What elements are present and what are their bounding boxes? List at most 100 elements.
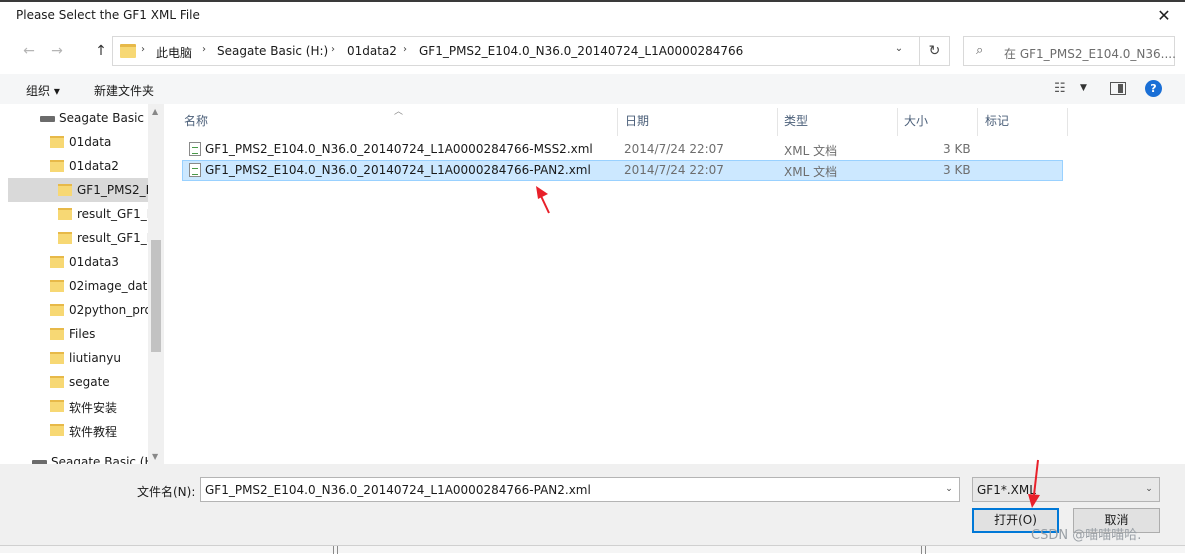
back-arrow-icon[interactable]: ← (18, 40, 40, 62)
sidebar-item-label: liutianyu (69, 351, 121, 365)
sidebar-item[interactable]: 01data (8, 130, 148, 154)
scrollbar-thumb[interactable] (151, 240, 161, 352)
up-arrow-icon[interactable]: ↑ (90, 40, 112, 62)
file-open-dialog: Please Select the GF1 XML File ✕ ← → ↑ ›… (0, 0, 1185, 554)
drive-icon (40, 116, 55, 122)
breadcrumb-this-pc[interactable]: 此电脑 (156, 44, 192, 61)
column-header-name[interactable]: 名称 (184, 112, 208, 129)
folder-icon (120, 44, 136, 58)
sidebar-item[interactable]: 02python_pro (8, 298, 148, 322)
sidebar-item[interactable]: segate (8, 370, 148, 394)
folder-icon (50, 328, 64, 340)
title-bar: Please Select the GF1 XML File ✕ (0, 2, 1185, 30)
scroll-down-icon[interactable]: ▼ (152, 452, 158, 461)
sidebar-item-label: 软件教程 (69, 425, 118, 439)
chevron-down-icon[interactable]: ⌄ (939, 478, 959, 501)
breadcrumb-separator[interactable]: › (403, 44, 407, 55)
column-divider[interactable] (617, 108, 618, 136)
folder-icon (50, 424, 64, 436)
refresh-icon[interactable]: ↻ (919, 37, 949, 65)
column-divider[interactable] (1067, 108, 1068, 136)
preview-pane-icon[interactable] (1110, 82, 1126, 95)
sidebar-item-label: segate (69, 375, 110, 389)
breadcrumb-current-folder[interactable]: GF1_PMS2_E104.0_N36.0_20140724_L1A000028… (419, 44, 743, 58)
folder-icon (58, 208, 72, 220)
folder-icon (50, 256, 64, 268)
scroll-up-icon[interactable]: ▲ (152, 107, 158, 116)
sidebar-item[interactable]: Seagate Basic (8, 106, 148, 130)
folder-icon (58, 184, 72, 196)
sidebar-item[interactable]: 软件安装 (8, 394, 148, 418)
breadcrumb-separator[interactable]: › (331, 44, 335, 55)
search-icon: ⌕ (976, 43, 984, 58)
file-row-mss2[interactable]: GF1_PMS2_E104.0_N36.0_20140724_L1A000028… (182, 139, 1063, 160)
navigation-pane: Seagate Basic 01data 01data2 GF1_PMS2_Eresu… (8, 104, 164, 464)
column-divider[interactable] (977, 108, 978, 136)
column-header-date[interactable]: 日期 (625, 112, 649, 129)
file-type-select[interactable]: GF1*.XML ⌄ (972, 477, 1160, 502)
filename-input[interactable]: GF1_PMS2_E104.0_N36.0_20140724_L1A000028… (200, 477, 960, 502)
sidebar-item[interactable]: result_GF1_P (8, 226, 148, 250)
breadcrumb-separator[interactable]: › (141, 44, 145, 55)
navigation-bar: ← → ↑ › 此电脑 › Seagate Basic (H:) › 01dat… (0, 34, 1185, 68)
sidebar-item-label: GF1_PMS2_E (77, 183, 148, 197)
forward-arrow-icon[interactable]: → (46, 40, 68, 62)
folder-icon (50, 376, 64, 388)
sidebar-item-label: Seagate Basic (H (51, 455, 148, 464)
file-name: GF1_PMS2_E104.0_N36.0_20140724_L1A000028… (205, 142, 593, 156)
xml-file-icon (189, 163, 201, 177)
column-divider[interactable] (777, 108, 778, 136)
breadcrumb-01data2[interactable]: 01data2 (347, 44, 397, 58)
file-size: 3 KB (943, 142, 971, 156)
search-box[interactable]: ⌕ 在 GF1_PMS2_E104.0_N36.... (963, 36, 1176, 66)
sidebar-item[interactable]: Files (8, 322, 148, 346)
window-title: Please Select the GF1 XML File (16, 8, 200, 22)
chevron-down-icon[interactable]: ⌄ (889, 43, 909, 61)
file-date: 2014/7/24 22:07 (624, 163, 724, 177)
help-icon[interactable]: ? (1145, 80, 1162, 97)
bottom-edge-strip (0, 545, 1185, 554)
breadcrumb-separator[interactable]: › (202, 44, 206, 55)
sidebar-item[interactable]: 01data3 (8, 250, 148, 274)
column-divider[interactable] (897, 108, 898, 136)
sidebar-item-label: Seagate Basic (59, 111, 144, 125)
sidebar-item[interactable]: 01data2 (8, 154, 148, 178)
chevron-down-icon[interactable]: ▼ (1080, 83, 1087, 93)
sidebar-item[interactable]: Seagate Basic (H (8, 450, 148, 464)
watermark: CSDN @喵喵喵哈. (1031, 528, 1142, 543)
dialog-footer: 文件名(N): GF1_PMS2_E104.0_N36.0_20140724_L… (0, 464, 1185, 554)
sort-ascending-icon: ︿ (394, 107, 404, 117)
sidebar-item-label: Files (69, 327, 96, 341)
column-header-tags[interactable]: 标记 (985, 112, 1009, 129)
sidebar-item-label: 01data (69, 135, 112, 149)
column-header-type[interactable]: 类型 (784, 112, 808, 129)
breadcrumb-drive[interactable]: Seagate Basic (H:) (217, 44, 328, 58)
close-icon[interactable]: ✕ (1150, 4, 1178, 28)
folder-icon (50, 136, 64, 148)
sidebar-item-label: 02python_pro (69, 303, 148, 317)
organize-menu[interactable]: 组织 ▾ (26, 82, 60, 99)
sidebar-item-label: 01data2 (69, 159, 119, 173)
file-date: 2014/7/24 22:07 (624, 142, 724, 156)
sidebar-item[interactable]: liutianyu (8, 346, 148, 370)
file-type: XML 文档 (784, 144, 838, 158)
sidebar-item-label: 02image_data (69, 279, 148, 293)
view-options-icon[interactable]: ☷ (1054, 81, 1066, 96)
column-header-size[interactable]: 大小 (904, 112, 928, 129)
address-bar[interactable]: › 此电脑 › Seagate Basic (H:) › 01data2 › G… (112, 36, 950, 66)
folder-icon (50, 160, 64, 172)
file-row-pan2[interactable]: GF1_PMS2_E104.0_N36.0_20140724_L1A000028… (182, 160, 1063, 181)
sidebar-item[interactable]: 02image_data (8, 274, 148, 298)
sidebar-item[interactable]: result_GF1_P (8, 202, 148, 226)
chevron-down-icon[interactable]: ⌄ (1139, 478, 1159, 501)
new-folder-button[interactable]: 新建文件夹 (94, 82, 154, 99)
sidebar-item[interactable]: GF1_PMS2_E (8, 178, 148, 202)
folder-icon (50, 352, 64, 364)
navigation-scrollbar[interactable]: ▲ ▼ (148, 104, 164, 464)
filename-value: GF1_PMS2_E104.0_N36.0_20140724_L1A000028… (205, 483, 591, 497)
search-placeholder: 在 GF1_PMS2_E104.0_N36.... (1004, 47, 1176, 61)
folder-icon (50, 304, 64, 316)
sidebar-item[interactable]: 软件教程 (8, 418, 148, 442)
file-type-value: GF1*.XML (977, 483, 1036, 497)
sidebar-item-label: 01data3 (69, 255, 119, 269)
